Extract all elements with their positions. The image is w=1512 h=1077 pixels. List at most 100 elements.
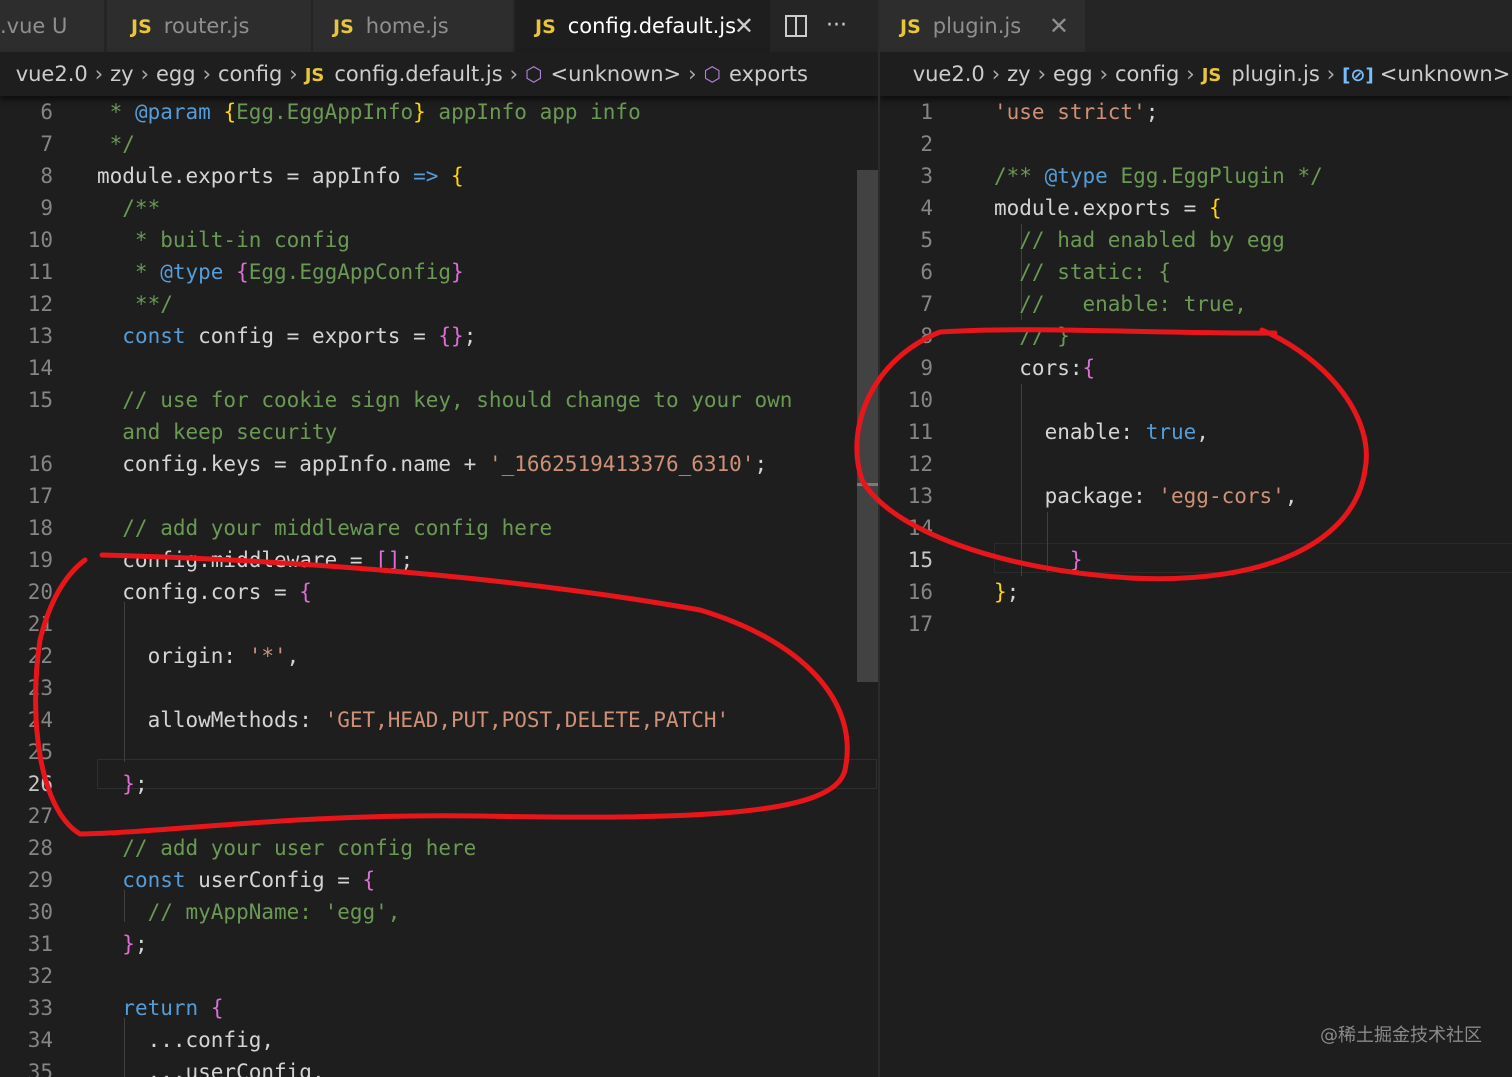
code-token: // use for cookie sign key, should chang… — [97, 388, 793, 412]
code-line[interactable]: 30 // myAppName: 'egg', — [0, 896, 878, 928]
code-line[interactable]: 15 } — [880, 544, 1512, 576]
code-token: } — [994, 580, 1007, 604]
breadcrumb-item[interactable]: config.default.js — [334, 52, 502, 96]
code-token: const — [122, 868, 186, 892]
code-line[interactable]: 7 // enable: true, — [880, 288, 1512, 320]
code-line[interactable]: 21 — [0, 608, 878, 640]
tab-label: config.default.js — [567, 14, 737, 38]
split-editor-icon[interactable] — [784, 0, 808, 52]
tab-config-default-js[interactable]: JS config.default.js ✕ — [515, 0, 771, 52]
code-line[interactable]: 10 — [880, 384, 1512, 416]
code-line[interactable]: 13 package: 'egg-cors', — [880, 480, 1512, 512]
code-token: { — [362, 868, 376, 892]
breadcrumb-item[interactable]: config — [218, 52, 282, 96]
code-line[interactable]: 6 // static: { — [880, 256, 1512, 288]
code-line[interactable]: 8 // } — [880, 320, 1512, 352]
code-line[interactable]: 11 * @type {Egg.EggAppConfig} — [0, 256, 878, 288]
code-line[interactable]: 17 — [0, 480, 878, 512]
code-line[interactable]: 14 — [0, 352, 878, 384]
code-line[interactable]: 11 enable: true, — [880, 416, 1512, 448]
code-line[interactable]: 16 config.keys = appInfo.name + '_166251… — [0, 448, 878, 480]
code-line[interactable]: 26 }; — [0, 768, 878, 800]
code-editor-left[interactable]: 6 * @param {Egg.EggAppInfo} appInfo app … — [0, 96, 878, 1077]
code-line[interactable]: 12 **/ — [0, 288, 878, 320]
code-line[interactable]: 1 'use strict'; — [880, 96, 1512, 128]
scrollbar-thumb[interactable] — [857, 170, 878, 682]
breadcrumb-item[interactable]: egg — [1053, 52, 1093, 96]
code-line[interactable]: 27 — [0, 800, 878, 832]
code-line[interactable]: 4 module.exports = { — [880, 192, 1512, 224]
code-line[interactable]: 5 // had enabled by egg — [880, 224, 1512, 256]
code-line[interactable]: and keep security — [0, 416, 878, 448]
code-line[interactable]: 33 return { — [0, 992, 878, 1024]
code-token: } — [451, 260, 464, 284]
code-token: allowMethods: — [97, 708, 325, 732]
code-line[interactable]: 9 /** — [0, 192, 878, 224]
code-line[interactable]: 2 — [880, 128, 1512, 160]
code-line[interactable]: 35 ...userConfig, — [0, 1056, 878, 1077]
code-line[interactable]: 19 config.middleware = []; — [0, 544, 878, 576]
code-line[interactable]: 34 ...config, — [0, 1024, 878, 1056]
close-icon[interactable]: ✕ — [1049, 0, 1069, 52]
breadcrumb-item[interactable]: zy — [1007, 52, 1030, 96]
code-text: ...config, — [97, 1024, 274, 1056]
tab-vue-file[interactable]: .vue U — [0, 0, 105, 52]
code-token: true — [1145, 420, 1197, 444]
code-line[interactable]: 24 allowMethods: 'GET,HEAD,PUT,POST,DELE… — [0, 704, 878, 736]
code-line[interactable]: 23 — [0, 672, 878, 704]
chevron-right-icon: › — [94, 62, 104, 86]
code-line[interactable]: 10 * built-in config — [0, 224, 878, 256]
code-line[interactable]: 28 // add your user config here — [0, 832, 878, 864]
code-line[interactable]: 32 — [0, 960, 878, 992]
code-line[interactable]: 17 — [880, 608, 1512, 640]
line-number: 16 — [907, 580, 933, 604]
code-line[interactable]: 6 * @param {Egg.EggAppInfo} appInfo app … — [0, 96, 878, 128]
code-line[interactable]: 25 — [0, 736, 878, 768]
code-line[interactable]: 13 const config = exports = {}; — [0, 320, 878, 352]
code-token: '*' — [248, 644, 287, 668]
code-line[interactable]: 8 module.exports = appInfo => { — [0, 160, 878, 192]
code-token: // static: { — [994, 260, 1172, 284]
breadcrumb-item[interactable]: vue2.0 — [16, 52, 88, 96]
tab-home-js[interactable]: JS home.js — [313, 0, 514, 52]
code-text: const config = exports = {}; — [97, 320, 476, 352]
tab-plugin-js[interactable]: JS plugin.js ✕ — [880, 0, 1086, 52]
code-token: config.middleware = — [97, 548, 376, 572]
code-line[interactable]: 9 cors:{ — [880, 352, 1512, 384]
code-line[interactable]: 16}; — [880, 576, 1512, 608]
code-editor-right[interactable]: 1 'use strict'; 2 3 /** @type Egg.EggPlugin … — [880, 96, 1512, 1077]
breadcrumb-item[interactable]: <unknown> — [1380, 52, 1511, 96]
line-number: 3 — [920, 164, 933, 188]
more-actions-icon[interactable]: ··· — [826, 0, 847, 52]
breadcrumb-item[interactable]: plugin.js — [1231, 52, 1319, 96]
code-line[interactable]: 22 origin: '*', — [0, 640, 878, 672]
close-icon[interactable]: ✕ — [734, 0, 754, 52]
watermark: @稀土掘金技术社区 — [1320, 1025, 1482, 1046]
code-line[interactable]: 29 const userConfig = { — [0, 864, 878, 896]
code-line[interactable]: 20 config.cors = { — [0, 576, 878, 608]
tab-router-js[interactable]: JS router.js — [107, 0, 312, 52]
code-text: config.keys = appInfo.name + '_166251941… — [97, 448, 767, 480]
code-line[interactable]: 18 // add your middleware config here — [0, 512, 878, 544]
breadcrumb-item[interactable]: <unknown> — [551, 52, 682, 96]
breadcrumb-item[interactable]: egg — [156, 52, 196, 96]
breadcrumb-item[interactable]: config — [1115, 52, 1179, 96]
code-line[interactable]: 31 }; — [0, 928, 878, 960]
code-token: module.exports = — [994, 196, 1209, 220]
line-number: 31 — [27, 932, 53, 956]
line-number: 20 — [27, 580, 53, 604]
code-line[interactable]: 14 — [880, 512, 1512, 544]
code-line[interactable]: 12 — [880, 448, 1512, 480]
code-line[interactable]: 15 // use for cookie sign key, should ch… — [0, 384, 878, 416]
tab-label: home.js — [365, 14, 449, 38]
code-token: { — [236, 260, 249, 284]
breadcrumb-item[interactable]: vue2.0 — [913, 52, 985, 96]
breadcrumb-item[interactable]: exports — [729, 52, 808, 96]
code-line[interactable]: 3 /** @type Egg.EggPlugin */ — [880, 160, 1512, 192]
code-line[interactable]: 7 */ — [0, 128, 878, 160]
line-number: 30 — [27, 900, 53, 924]
breadcrumb-item[interactable]: zy — [110, 52, 133, 96]
